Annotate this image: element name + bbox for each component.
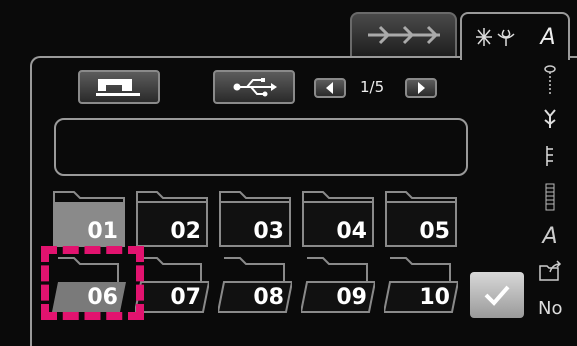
checkmark-icon <box>484 285 510 306</box>
decorative-stitch-icon <box>476 28 515 46</box>
folder-04[interactable]: 04 <box>301 188 375 248</box>
pattern-name-display <box>54 118 468 176</box>
folder-label: 04 <box>336 219 367 244</box>
folder-08[interactable]: 08 <box>218 254 292 314</box>
tab-utility-stitches[interactable] <box>350 12 457 56</box>
font-icon: A <box>542 224 558 249</box>
folder-export-icon <box>538 260 562 286</box>
stitch-arrows-icon <box>367 25 440 45</box>
folder-label: 01 <box>87 219 118 244</box>
folder-07[interactable]: 07 <box>135 254 209 314</box>
straight-stitch-icon <box>538 144 562 172</box>
folder-label: 08 <box>253 285 284 310</box>
folder-label: 03 <box>253 219 284 244</box>
page-indicator: 1/5 <box>360 78 385 96</box>
folder-label: 10 <box>419 285 450 310</box>
sewing-machine-icon <box>96 79 140 96</box>
folder-label: 09 <box>336 285 367 310</box>
folder-label: 07 <box>170 285 201 310</box>
tab-decorative-stitches[interactable]: A <box>460 12 570 60</box>
usb-memory-button[interactable] <box>213 70 295 104</box>
selection-marker <box>41 246 144 320</box>
folder-label: 02 <box>170 219 201 244</box>
folder-05[interactable]: 05 <box>384 188 458 248</box>
folder-01[interactable]: 01 <box>52 188 126 248</box>
next-page-button[interactable] <box>405 78 437 98</box>
ok-button[interactable] <box>470 272 524 318</box>
usb-icon <box>233 78 277 97</box>
chevron-left-icon <box>326 82 333 94</box>
needle-icon <box>538 64 562 100</box>
prev-page-button[interactable] <box>314 78 346 98</box>
machine-memory-button[interactable] <box>78 70 160 104</box>
tab-font-letter: A <box>540 24 556 50</box>
folder-02[interactable]: 02 <box>135 188 209 248</box>
folder-09[interactable]: 09 <box>301 254 375 314</box>
stitch-pattern-icon <box>538 108 562 134</box>
folder-label: 05 <box>419 219 450 244</box>
chevron-right-icon <box>418 82 425 94</box>
folder-03[interactable]: 03 <box>218 188 292 248</box>
satin-stitch-icon <box>538 182 562 216</box>
folder-10[interactable]: 10 <box>384 254 458 314</box>
no-label: No <box>538 298 563 319</box>
